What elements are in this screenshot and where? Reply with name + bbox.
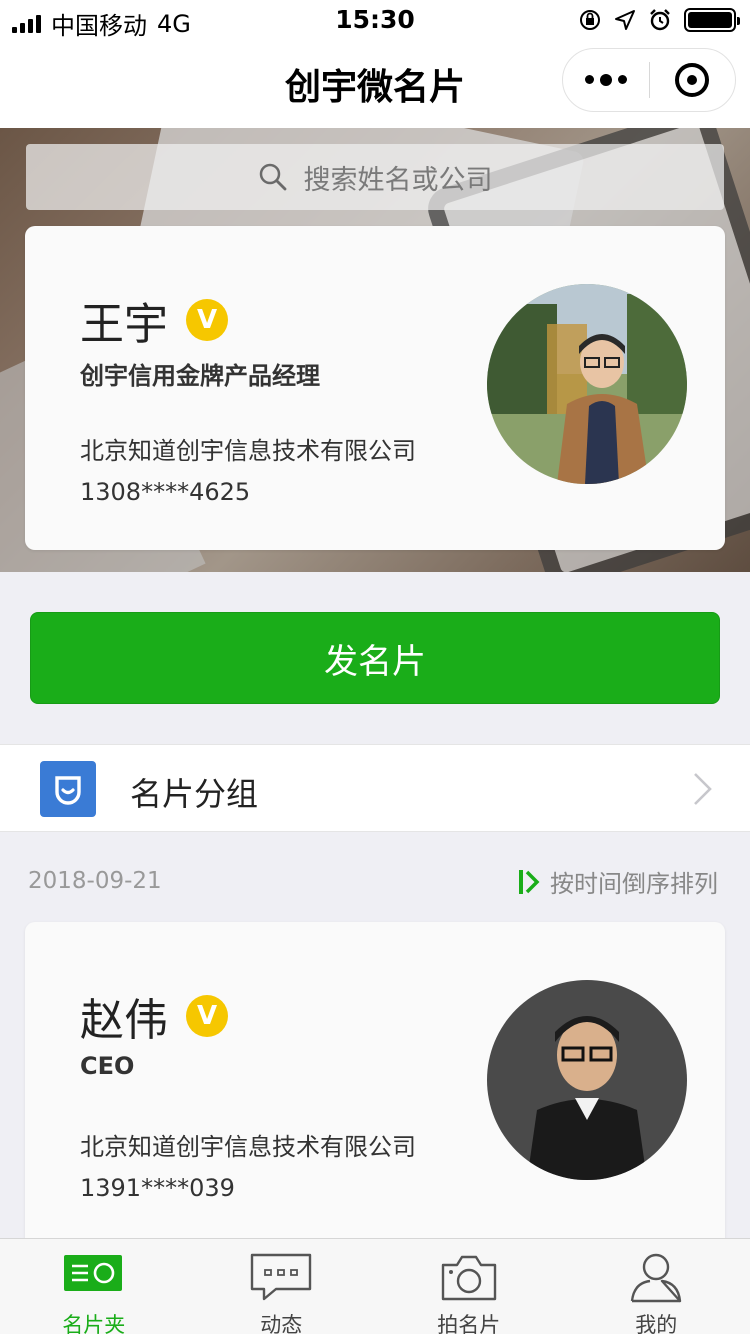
more-menu-icon[interactable]	[563, 73, 649, 86]
location-icon	[615, 10, 635, 30]
contact-avatar	[487, 980, 687, 1180]
message-icon	[251, 1253, 312, 1301]
status-right	[578, 8, 740, 32]
sort-icon	[519, 869, 540, 894]
nav-bar: 创宇微名片	[0, 40, 750, 128]
sort-order-label: 按时间倒序排列	[550, 870, 718, 898]
my-card-name-row: 王宇 V	[80, 288, 228, 352]
contact-title: CEO	[80, 1052, 135, 1080]
orientation-lock-icon	[580, 10, 600, 30]
contact-name-row: 赵伟 V	[80, 984, 228, 1048]
my-card-company: 北京知道创宇信息技术有限公司	[80, 437, 416, 465]
miniprogram-capsule	[562, 48, 736, 112]
tab-me[interactable]: 我的	[563, 1239, 750, 1334]
contact-name: 赵伟	[80, 995, 168, 1046]
avatar	[487, 284, 687, 484]
card-group-label: 名片分组	[130, 775, 259, 813]
contact-phone: 1391****039	[80, 1174, 235, 1202]
tab-scan-card[interactable]: 拍名片	[375, 1239, 563, 1334]
close-miniprogram-icon[interactable]	[650, 63, 736, 97]
search-placeholder: 搜索姓名或公司	[303, 164, 493, 196]
card-group-row[interactable]: 名片分组	[0, 744, 750, 832]
tab-scan-card-label: 拍名片	[437, 1313, 501, 1334]
search-icon	[259, 163, 286, 191]
tab-bar: 名片夹 动态 拍名片 我的	[0, 1238, 750, 1334]
person-icon	[631, 1253, 682, 1303]
verified-badge-icon: V	[186, 299, 228, 341]
my-card-title: 创宇信用金牌产品经理	[80, 362, 320, 390]
list-date-label: 2018-09-21	[28, 868, 162, 894]
battery-icon	[684, 8, 740, 32]
my-business-card[interactable]: 王宇 V 创宇信用金牌产品经理 北京知道创宇信息技术有限公司 1308****4…	[25, 226, 725, 550]
sort-order-button[interactable]: 按时间倒序排列	[518, 864, 718, 899]
contact-company: 北京知道创宇信息技术有限公司	[80, 1133, 416, 1161]
tab-card-holder-label: 名片夹	[62, 1313, 126, 1334]
camera-icon	[441, 1255, 496, 1301]
send-card-button[interactable]: 发名片	[30, 612, 720, 704]
contact-card[interactable]: 赵伟 V CEO 北京知道创宇信息技术有限公司 1391****039	[25, 922, 725, 1252]
tab-feed[interactable]: 动态	[188, 1239, 376, 1334]
search-input[interactable]: 搜索姓名或公司	[26, 144, 724, 210]
tab-feed-label: 动态	[260, 1313, 303, 1334]
my-card-name: 王宇	[80, 299, 168, 350]
verified-badge-icon: V	[186, 995, 228, 1037]
status-bar: 中国移动 4G 15:30	[0, 0, 750, 40]
my-card-phone: 1308****4625	[80, 478, 251, 506]
alarm-icon	[650, 9, 670, 31]
card-group-icon	[40, 761, 96, 817]
tab-card-holder[interactable]: 名片夹	[0, 1239, 188, 1334]
tab-me-label: 我的	[635, 1313, 678, 1334]
card-holder-icon	[63, 1255, 122, 1291]
chevron-right-icon	[694, 773, 712, 805]
